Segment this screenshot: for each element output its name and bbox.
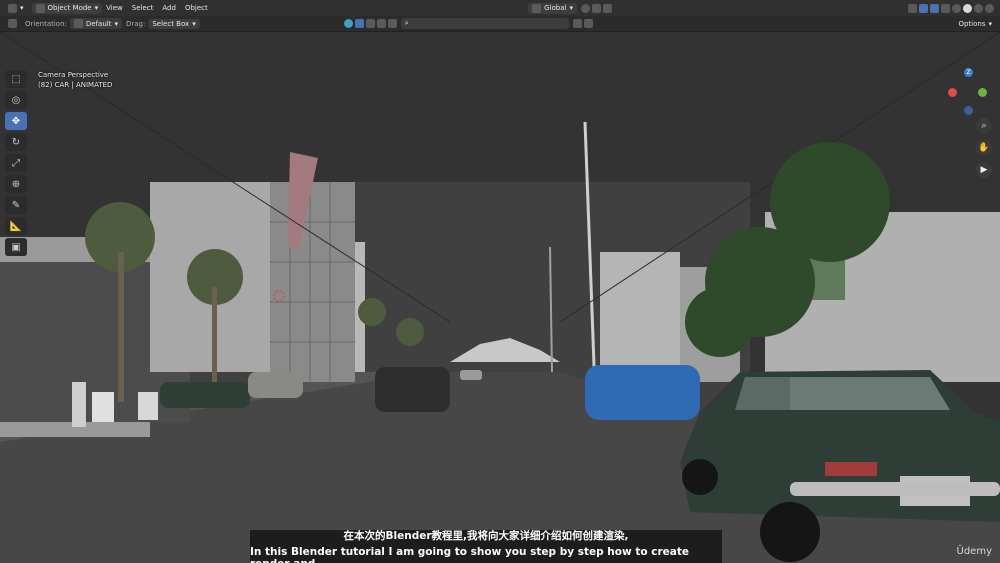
transform-tool-button[interactable]: ⊕ (5, 175, 27, 193)
options-dropdown[interactable]: Options ▾ (954, 19, 996, 29)
measure-tool-button[interactable]: 📐 (5, 217, 27, 235)
snap-icon[interactable] (592, 3, 601, 13)
move-icon: ✥ (11, 115, 21, 127)
cursor-icon: ⬚ (11, 73, 21, 85)
camera-view-icon[interactable]: ▶ (976, 162, 992, 178)
gizmo-z-axis[interactable]: Z (964, 68, 973, 77)
transform-icon: ⊕ (11, 178, 21, 190)
sort-icon[interactable] (572, 19, 582, 28)
active-tool-icon[interactable] (4, 18, 21, 29)
select-box-tool-button[interactable]: ⬚ (5, 70, 27, 88)
gizmo-x-axis[interactable] (948, 88, 957, 97)
pencil-icon: ✎ (11, 199, 21, 211)
funnel-icon[interactable] (583, 19, 593, 28)
add-cube-tool-button[interactable]: ▣ (5, 238, 27, 256)
rotate-icon: ↻ (11, 136, 21, 148)
menu-view[interactable]: View (106, 4, 123, 12)
move-tool-icon (8, 19, 17, 28)
collection-info: (82) CAR | ANIMATED (38, 81, 113, 89)
move-tool-button[interactable]: ✥ (5, 112, 27, 130)
subtitle-line-chinese: 在本次的Blender教程里,我将向大家详细介绍如何创建渲染, (343, 530, 629, 542)
blue-convertible (585, 365, 700, 420)
view-name: Camera Perspective (38, 71, 109, 79)
pan-hand-icon[interactable]: ✋ (976, 140, 992, 156)
viewport-icon (8, 3, 17, 13)
gizmo-y-axis[interactable] (978, 88, 987, 97)
proportional-edit-icon[interactable] (603, 3, 612, 13)
mode-selector[interactable]: Object Mode ▾ (31, 2, 103, 14)
udemy-watermark: Ûdemy (956, 546, 992, 557)
3d-viewport[interactable]: Camera Perspective (82) CAR | ANIMATED ⬚… (0, 32, 1000, 563)
menu-object[interactable]: Object (185, 4, 208, 12)
orientation-label: Orientation: (25, 19, 67, 28)
axis-icon (73, 19, 83, 28)
shading-solid-icon[interactable] (963, 3, 972, 13)
motel-building (270, 182, 355, 382)
scene-render (0, 32, 1000, 563)
cube-icon: ▣ (11, 241, 21, 253)
crosshair-icon: ◎ (11, 94, 21, 106)
editor-header: ▾ Object Mode ▾ View Select Add Object Gl… (0, 0, 1000, 16)
overlay-toggle-icon[interactable] (930, 3, 939, 13)
orientation-dropdown[interactable]: Default ▾ (69, 18, 122, 29)
orientation-icon (532, 3, 542, 13)
sandwich-board (92, 392, 114, 422)
mannequin-figure (72, 382, 86, 427)
gizmo-neg-z-axis[interactable] (964, 106, 973, 115)
zoom-icon[interactable]: ⌕ (976, 118, 992, 134)
subtitle-line-english: In this Blender tutorial I am going to s… (250, 546, 689, 563)
cursor-tool-button[interactable]: ◎ (5, 91, 27, 109)
rotate-tool-button[interactable]: ↻ (5, 133, 27, 151)
scale-icon: ⤢ (12, 157, 20, 169)
black-car-center (375, 367, 450, 412)
video-subtitle: 在本次的Blender教程里,我将向大家详细介绍如何创建渲染, In this … (250, 530, 722, 563)
gizmo-toggle-icon[interactable] (919, 3, 928, 13)
annotate-tool-button[interactable]: ✎ (5, 196, 27, 214)
xray-icon[interactable] (941, 3, 950, 13)
search-icon: ⌕ (404, 19, 409, 27)
filter-icon[interactable] (365, 19, 375, 28)
editor-type-button[interactable]: ▾ (4, 3, 28, 14)
object-mode-icon (35, 3, 45, 13)
menu-select[interactable]: Select (132, 4, 154, 12)
ruler-icon: 📐 (9, 220, 23, 232)
select-mode-icon[interactable] (354, 19, 364, 28)
light-filter-icon[interactable] (387, 19, 397, 28)
pivot-icon[interactable] (581, 3, 590, 13)
viewport-nav-buttons: ⌕ ✋ ▶ (976, 118, 992, 178)
drag-label: Drag: (125, 19, 146, 28)
object-type-icon[interactable] (343, 19, 353, 28)
tool-shelf: ⬚ ◎ ✥ ↻ ⤢ ⊕ ✎ 📐 ▣ (5, 70, 27, 256)
distant-car (460, 370, 482, 380)
viewport-info: Camera Perspective (82) CAR | ANIMATED (38, 70, 112, 90)
shading-material-icon[interactable] (974, 3, 983, 13)
right-building-mid (600, 252, 680, 382)
search-field[interactable]: ⌕ (400, 18, 569, 29)
tool-settings-header: Orientation: Default ▾ Drag: Select Box ▾ … (0, 16, 1000, 32)
navigation-gizmo[interactable]: Z (948, 68, 988, 122)
shading-wireframe-icon[interactable] (952, 3, 961, 13)
visibility-icon[interactable] (908, 3, 917, 13)
transform-orientation-dropdown[interactable]: Global ▾ (528, 2, 577, 14)
scale-tool-button[interactable]: ⤢ (5, 154, 27, 172)
camera-filter-icon[interactable] (376, 19, 386, 28)
street-bench (138, 392, 158, 420)
shading-rendered-icon[interactable] (985, 3, 994, 13)
drag-dropdown[interactable]: Select Box ▾ (148, 18, 200, 29)
menu-add[interactable]: Add (162, 4, 176, 12)
